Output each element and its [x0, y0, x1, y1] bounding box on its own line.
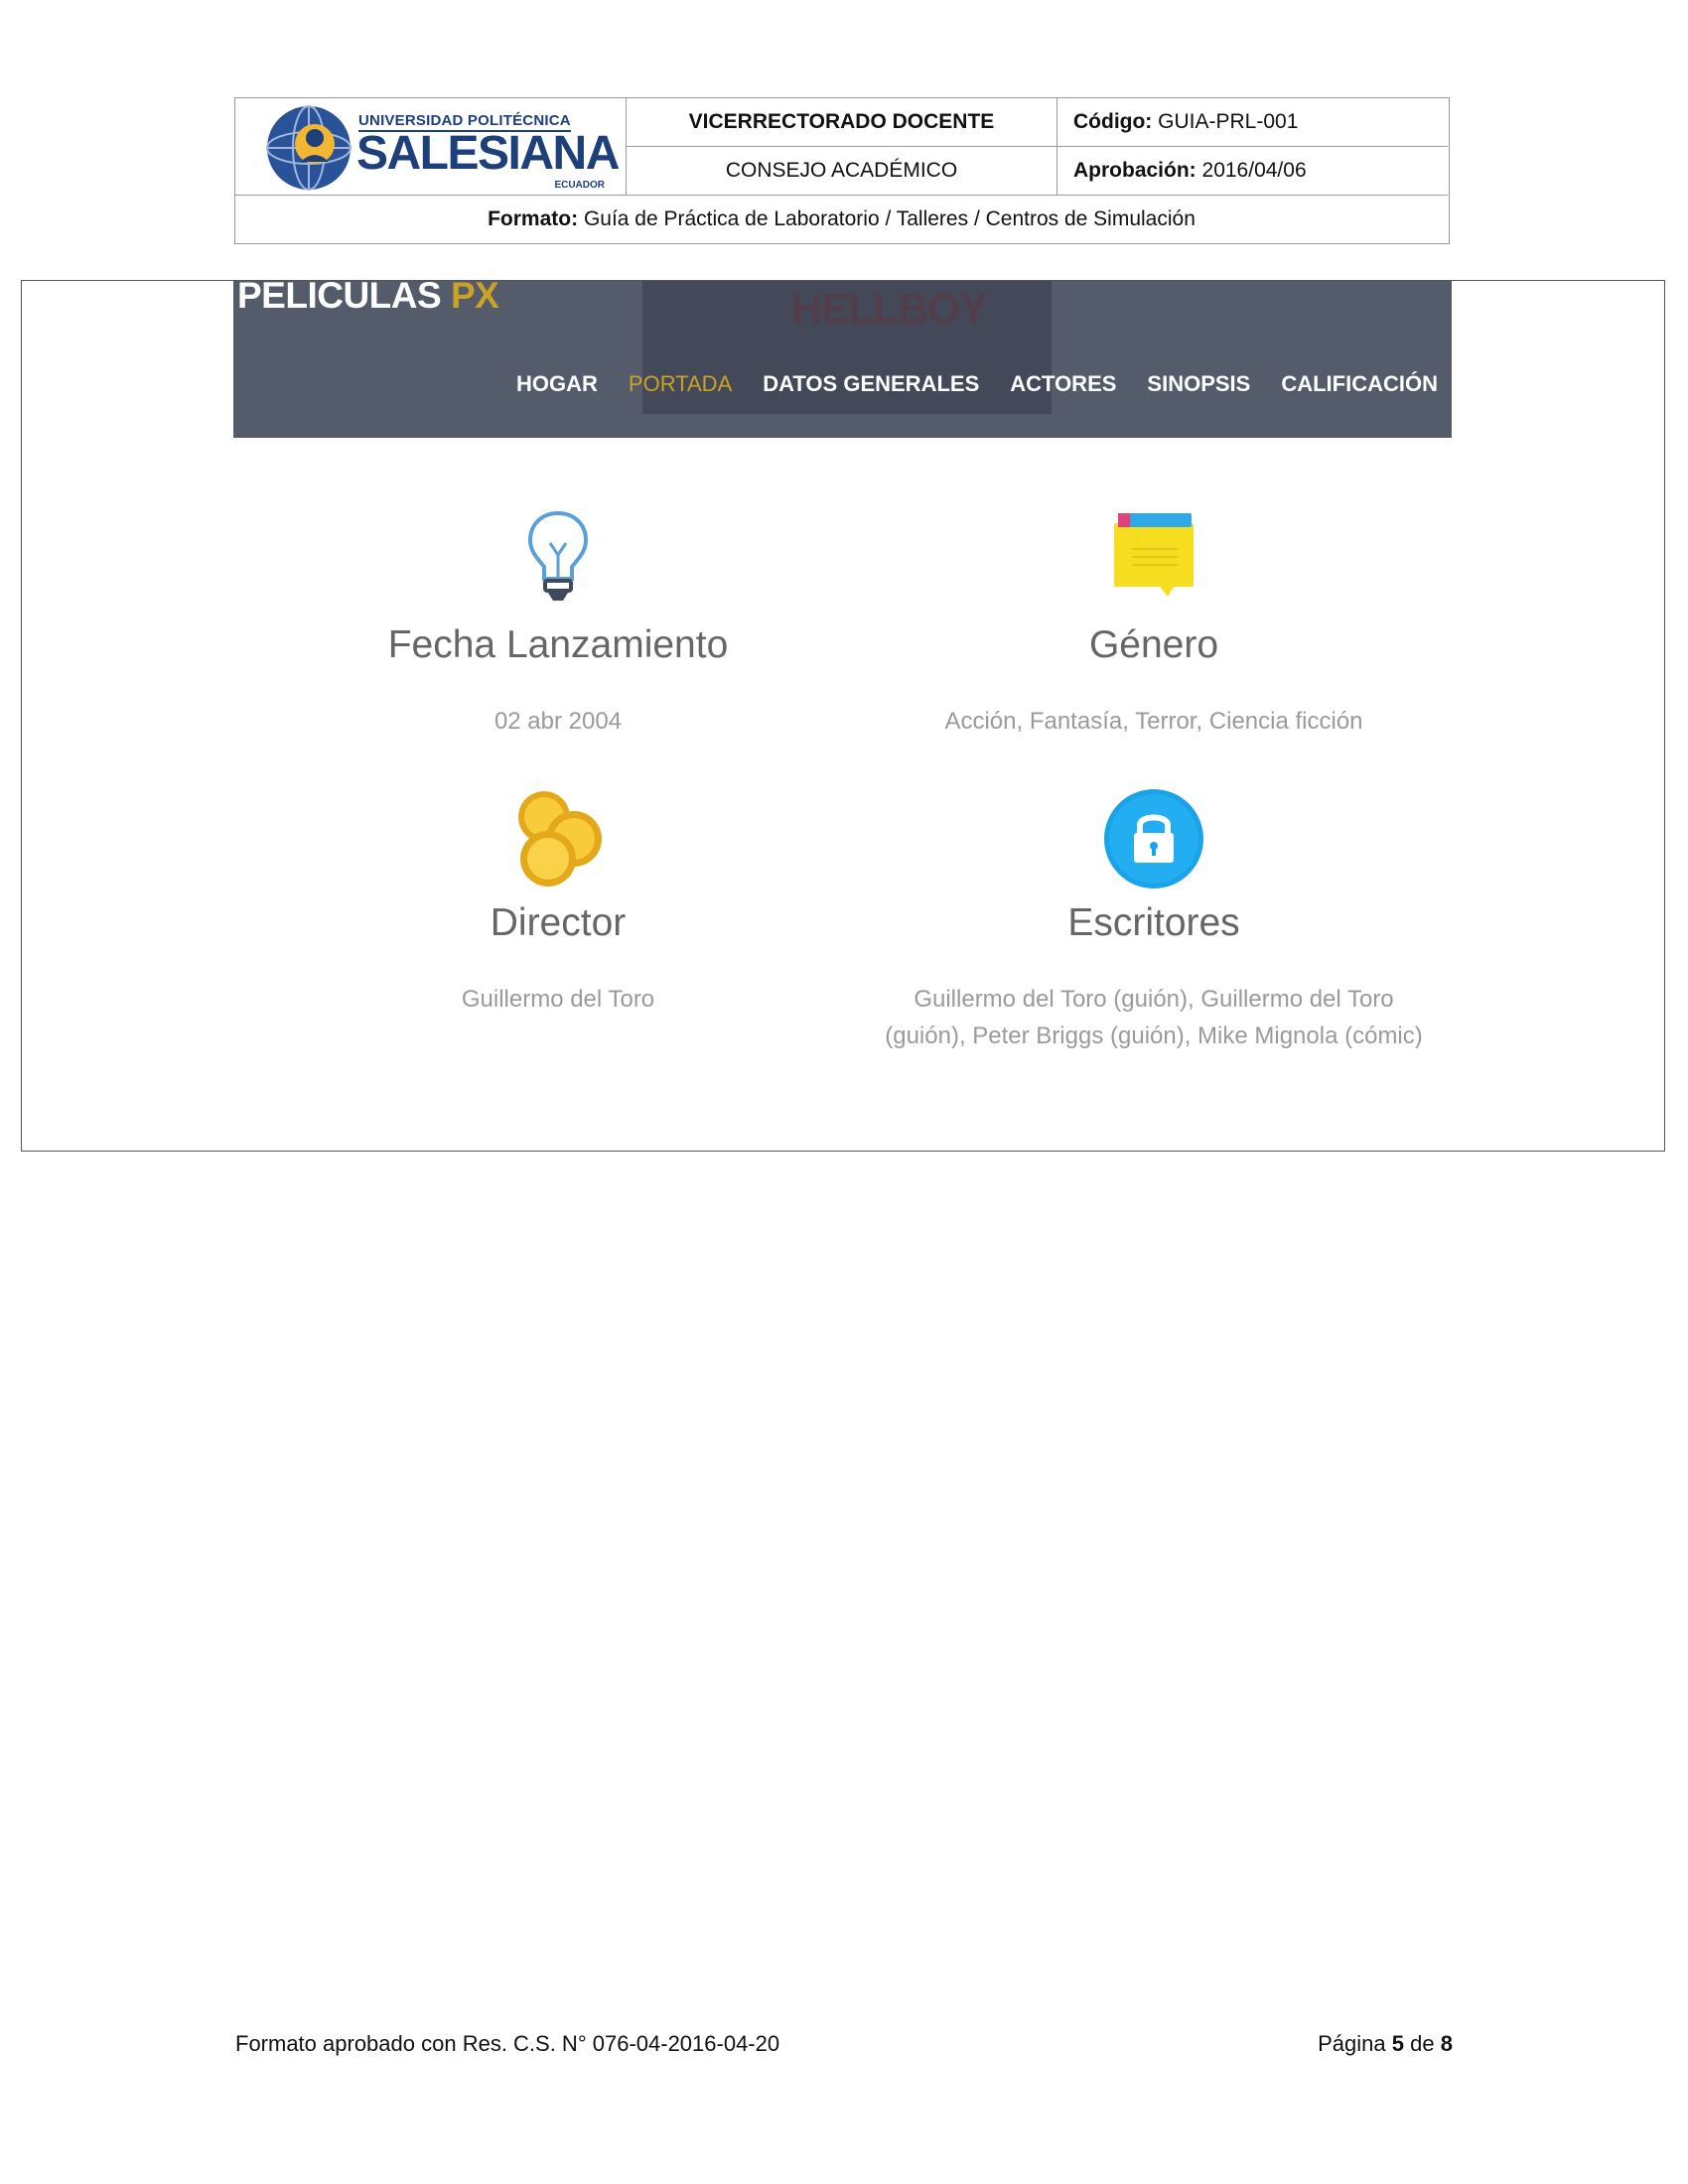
- genre-value: Acción, Fantasía, Terror, Ciencia ficció…: [944, 708, 1363, 735]
- formato-label: Formato:: [488, 207, 579, 230]
- document-header: UNIVERSIDAD POLITÉCNICA SALESIANA ECUADO…: [234, 97, 1450, 244]
- logo-cell: UNIVERSIDAD POLITÉCNICA SALESIANA ECUADO…: [235, 98, 627, 196]
- aprobacion-label: Aprobación:: [1073, 159, 1196, 182]
- feature-writers: Escritores Guillermo del Toro (guión), G…: [876, 787, 1432, 1125]
- formato-cell: Formato: Guía de Práctica de Laboratorio…: [235, 196, 1448, 243]
- codigo-value: GUIA-PRL-001: [1158, 110, 1299, 133]
- nav-actores[interactable]: ACTORES: [1010, 371, 1116, 397]
- sticky-note-icon: [1114, 513, 1194, 597]
- release-value: 02 abr 2004: [493, 708, 623, 735]
- logo-line3: ECUADOR: [554, 180, 605, 191]
- footer-page-number: Página 5 de 8: [1318, 2031, 1453, 2057]
- brand-name: PELICULAS: [237, 280, 442, 316]
- nav-hogar[interactable]: HOGAR: [516, 371, 598, 397]
- release-title: Fecha Lanzamiento: [387, 623, 729, 666]
- nav-datos-generales[interactable]: DATOS GENERALES: [763, 371, 979, 397]
- nav-portada[interactable]: PORTADA: [629, 371, 732, 397]
- consejo-cell: CONSEJO ACADÉMICO: [627, 147, 1057, 196]
- genre-title: Género: [1088, 623, 1219, 666]
- page-current: 5: [1391, 2031, 1405, 2056]
- coins-icon: [518, 791, 602, 887]
- nav-sinopsis[interactable]: SINOPSIS: [1147, 371, 1250, 397]
- director-value: Guillermo del Toro: [461, 986, 655, 1013]
- brand-accent: PX: [450, 280, 499, 316]
- codigo-label: Código:: [1073, 110, 1153, 133]
- aprobacion-cell: Aprobación: 2016/04/06: [1057, 147, 1448, 196]
- lightbulb-icon: [527, 510, 589, 601]
- page-label: Página: [1318, 2031, 1386, 2056]
- footer-approval: Formato aprobado con Res. C.S. N° 076-04…: [235, 2031, 780, 2056]
- codigo-cell: Código: GUIA-PRL-001: [1057, 98, 1448, 147]
- site-navbar: HELLBOY PELICULAS PX HOGAR PORTADA DATOS…: [233, 281, 1452, 438]
- website-screenshot: HELLBOY PELICULAS PX HOGAR PORTADA DATOS…: [21, 280, 1665, 1152]
- poster-title: HELLBOY: [791, 285, 988, 334]
- nav-calificacion[interactable]: CALIFICACIÓN: [1281, 371, 1438, 397]
- director-title: Director: [490, 901, 627, 944]
- writers-title: Escritores: [1067, 901, 1240, 944]
- vicerrectorado-cell: VICERRECTORADO DOCENTE: [627, 98, 1057, 147]
- formato-value: Guía de Práctica de Laboratorio / Taller…: [583, 207, 1196, 230]
- nav-menu: HOGAR PORTADA DATOS GENERALES ACTORES SI…: [516, 371, 1438, 397]
- university-logo: UNIVERSIDAD POLITÉCNICA SALESIANA ECUADO…: [265, 102, 620, 192]
- page-sep: de: [1410, 2031, 1435, 2056]
- feature-director: Director Guillermo del Toro: [320, 787, 796, 1065]
- logo-text: UNIVERSIDAD POLITÉCNICA SALESIANA ECUADO…: [356, 102, 620, 192]
- writers-value: Guillermo del Toro (guión), Guillermo de…: [885, 986, 1423, 1049]
- feature-release: Fecha Lanzamiento 02 abr 2004: [320, 509, 796, 797]
- logo-line2: SALESIANA: [356, 127, 620, 180]
- page-total: 8: [1440, 2031, 1453, 2056]
- lock-icon: [1104, 789, 1203, 888]
- aprobacion-value: 2016/04/06: [1201, 159, 1307, 182]
- globe-icon: [266, 105, 352, 191]
- site-brand[interactable]: PELICULAS PX: [237, 280, 499, 317]
- feature-genre: Género Acción, Fantasía, Terror, Ciencia…: [876, 509, 1432, 797]
